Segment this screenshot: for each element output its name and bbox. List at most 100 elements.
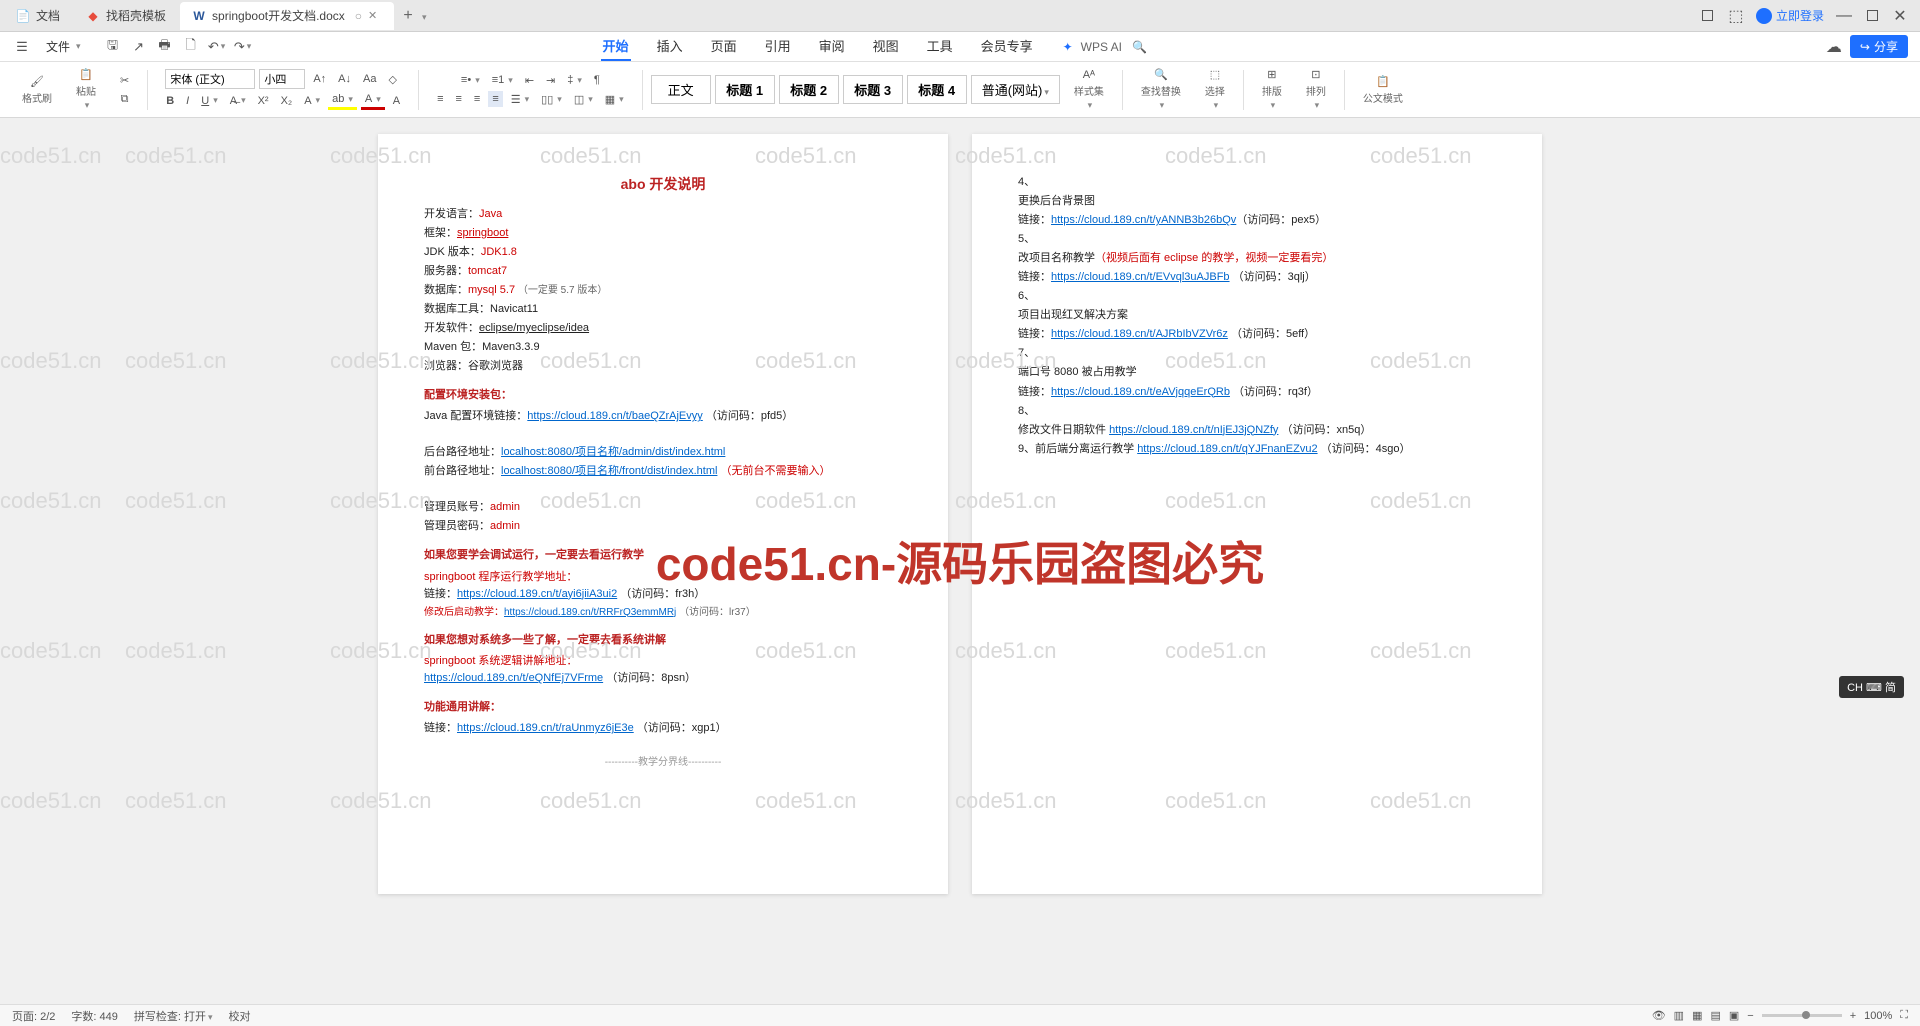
align-right-icon[interactable]: ≡ — [470, 91, 484, 107]
page-count[interactable]: 页面: 2/2 — [12, 1008, 55, 1024]
print-icon[interactable]: 🖶 — [155, 37, 175, 57]
numbering-icon[interactable]: ≡1 — [488, 72, 517, 88]
window-restore-icon[interactable] — [1700, 8, 1716, 24]
tab-insert[interactable]: 插入 — [655, 32, 685, 61]
layout-web-icon[interactable]: ▦ — [1692, 1009, 1702, 1022]
italic-icon[interactable]: I — [182, 93, 193, 109]
cloud-icon[interactable]: ☁ — [1826, 39, 1842, 55]
zoom-in-icon[interactable]: + — [1850, 1010, 1856, 1022]
shading-icon[interactable]: ◫ — [570, 91, 597, 108]
sort-button[interactable]: ⊞排版 — [1258, 66, 1286, 113]
minimize-icon[interactable]: — — [1836, 8, 1852, 24]
font-size-select[interactable] — [259, 69, 305, 89]
tab-templates[interactable]: ◆找稻壳模板 — [74, 2, 178, 30]
tab-overflow[interactable] — [420, 7, 427, 25]
add-tab-button[interactable]: + — [396, 4, 420, 28]
official-mode-button[interactable]: 📋公文模式 — [1359, 73, 1407, 107]
tab-page[interactable]: 页面 — [709, 32, 739, 61]
layout-print-icon[interactable]: ▥ — [1674, 1009, 1684, 1022]
cube-icon[interactable]: ⬚ — [1728, 8, 1744, 24]
columns-icon[interactable]: ▯▯ — [537, 91, 566, 108]
tab-start[interactable]: 开始 — [601, 32, 631, 61]
bold-icon[interactable]: B — [162, 93, 178, 109]
layout-read-icon[interactable]: ▣ — [1729, 1009, 1739, 1022]
proofing[interactable]: 校对 — [229, 1008, 251, 1024]
clipboard-icon: 📋 — [79, 68, 93, 81]
align-center-icon[interactable]: ≡ — [452, 91, 466, 107]
undo-button[interactable]: ↶ — [207, 37, 227, 57]
copy-icon[interactable]: ⧉ — [117, 91, 133, 108]
underline-icon[interactable]: U — [197, 93, 221, 109]
bullets-icon[interactable]: ≡• — [457, 72, 484, 88]
align-left-icon[interactable]: ≡ — [433, 91, 447, 107]
highlight-icon[interactable]: ab — [328, 91, 357, 110]
spell-check[interactable]: 拼写检查: 打开 — [134, 1008, 213, 1024]
find-replace-button[interactable]: 🔍查找替换 — [1137, 66, 1185, 113]
change-case-icon[interactable]: Aa — [359, 71, 380, 87]
subscript-icon[interactable]: X₂ — [277, 93, 297, 109]
zoom-level[interactable]: 100% — [1864, 1010, 1892, 1022]
superscript-icon[interactable]: X² — [254, 93, 273, 109]
share-button[interactable]: ↪分享 — [1850, 35, 1908, 58]
wps-ai-button[interactable]: ✦WPS AI🔍 — [1063, 40, 1147, 54]
style-normal[interactable]: 正文 — [651, 75, 711, 104]
paste-button[interactable]: 📋粘贴 — [72, 66, 100, 113]
ime-indicator[interactable]: CH ⌨ 简 — [1839, 676, 1904, 698]
style-h1[interactable]: 标题 1 — [715, 75, 775, 104]
maximize-icon[interactable] — [1864, 8, 1880, 24]
increase-indent-icon[interactable]: ⇥ — [542, 72, 559, 89]
tab-docs[interactable]: 📄文档 — [4, 2, 72, 30]
export-icon[interactable]: ↗ — [129, 37, 149, 57]
tab-view[interactable]: 视图 — [871, 32, 901, 61]
cut-icon[interactable]: ✂ — [116, 72, 133, 89]
font-color-icon[interactable]: A — [361, 91, 385, 110]
view-icon[interactable]: 👁 — [1652, 1009, 1666, 1022]
layout-outline-icon[interactable]: ▤ — [1710, 1009, 1720, 1022]
text-effects-icon[interactable]: A — [300, 93, 324, 109]
save-icon[interactable]: 🖫 — [103, 37, 123, 57]
clear-format-icon[interactable]: ◇ — [384, 71, 400, 88]
tab-current-doc[interactable]: Wspringboot开发文档.docx○✕ — [180, 2, 394, 30]
tab-vip[interactable]: 会员专享 — [979, 32, 1035, 61]
borders-icon[interactable]: ▦ — [601, 91, 628, 108]
hamburger-icon[interactable]: ☰ — [12, 37, 32, 57]
layout-icon: ⊞ — [1267, 68, 1276, 81]
tab-tools[interactable]: 工具 — [925, 32, 955, 61]
print-preview-icon[interactable]: 🗋 — [181, 37, 201, 57]
redo-button[interactable]: ↷ — [233, 37, 253, 57]
style-gallery: 正文 标题 1 标题 2 标题 3 标题 4 普通(网站) — [651, 75, 1060, 104]
style-set-button[interactable]: Aᴬ样式集 — [1070, 67, 1108, 113]
grow-font-icon[interactable]: A↑ — [309, 71, 330, 87]
select-button[interactable]: ⬚选择 — [1201, 66, 1229, 113]
distribute-icon[interactable]: ☰ — [507, 91, 533, 108]
fullscreen-icon[interactable]: ⛶ — [1900, 1009, 1908, 1022]
tab-review[interactable]: 审阅 — [817, 32, 847, 61]
menu-bar: ☰ 文件 🖫 ↗ 🖶 🗋 ↶ ↷ 开始 插入 页面 引用 审阅 视图 工具 会员… — [0, 32, 1920, 62]
close-tab-icon[interactable]: ✕ — [368, 9, 382, 23]
style-h3[interactable]: 标题 3 — [843, 75, 903, 104]
close-window-icon[interactable]: ✕ — [1892, 8, 1908, 24]
shrink-font-icon[interactable]: A↓ — [334, 71, 355, 87]
align-button[interactable]: ⊡排列 — [1302, 66, 1330, 113]
font-name-select[interactable] — [165, 69, 255, 89]
official-icon: 📋 — [1376, 75, 1390, 88]
search-icon: 🔍 — [1132, 40, 1147, 54]
decrease-indent-icon[interactable]: ⇤ — [521, 72, 538, 89]
document-area[interactable]: code51.cn-源码乐园盗图必究 abo 开发说明 开发语言：Java框架：… — [0, 118, 1920, 1004]
word-count[interactable]: 字数: 449 — [71, 1008, 117, 1024]
zoom-out-icon[interactable]: − — [1747, 1010, 1753, 1022]
file-menu[interactable]: 文件 — [40, 36, 87, 57]
show-marks-icon[interactable]: ¶ — [590, 72, 604, 88]
style-h2[interactable]: 标题 2 — [779, 75, 839, 104]
phonetic-icon[interactable]: A — [389, 93, 404, 109]
line-spacing-icon[interactable]: ‡ — [563, 72, 586, 88]
tab-reference[interactable]: 引用 — [763, 32, 793, 61]
title-tab-bar: 📄文档 ◆找稻壳模板 Wspringboot开发文档.docx○✕ + ⬚ 立即… — [0, 0, 1920, 32]
login-button[interactable]: 立即登录 — [1756, 7, 1824, 24]
align-justify-icon[interactable]: ≡ — [488, 91, 502, 107]
styles-icon: Aᴬ — [1083, 69, 1095, 81]
strike-icon[interactable]: A̶ — [226, 93, 250, 109]
format-painter-button[interactable]: 🖌格式刷 — [18, 73, 56, 107]
style-web[interactable]: 普通(网站) — [971, 75, 1060, 104]
style-h4[interactable]: 标题 4 — [907, 75, 967, 104]
